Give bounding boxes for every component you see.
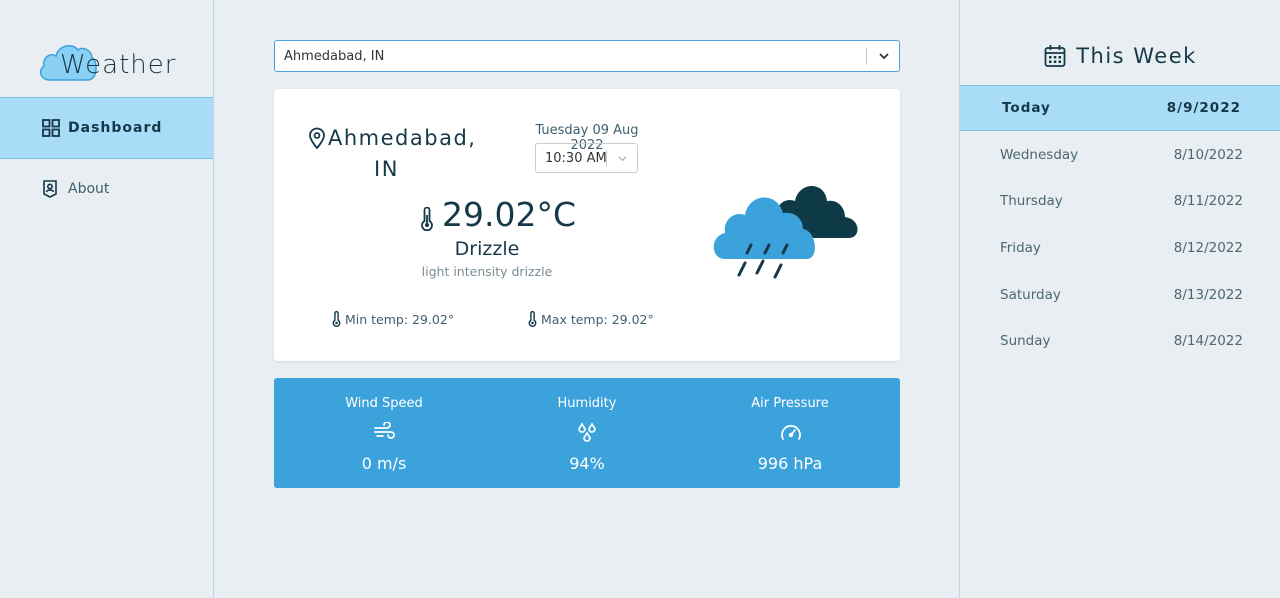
week-title-text: This Week xyxy=(1076,44,1197,68)
select-divider xyxy=(866,48,867,65)
day-row-friday[interactable]: Friday 8/12/2022 xyxy=(960,225,1280,271)
temperature-value: 29.02°C xyxy=(442,195,577,234)
location-select[interactable]: Ahmedabad, IN xyxy=(274,40,900,72)
day-date: 8/11/2022 xyxy=(1173,193,1243,209)
day-name: Friday xyxy=(1000,240,1041,256)
sidebar-item-label: About xyxy=(68,181,110,197)
day-row-today[interactable]: Today 8/9/2022 xyxy=(960,85,1280,131)
day-row-sunday[interactable]: Sunday 8/14/2022 xyxy=(960,318,1280,364)
day-name: Saturday xyxy=(1000,287,1061,303)
week-forecast-panel: This Week Today 8/9/2022 Wednesday 8/10/… xyxy=(959,0,1280,598)
location-country: IN xyxy=(374,157,399,181)
sidebar: Weather Dashboard About xyxy=(0,0,214,598)
weather-stats-panel: Wind Speed 0 m/s Humidity 94% Air Pressu… xyxy=(274,378,900,488)
select-divider xyxy=(606,150,607,167)
rain-cloud-icon xyxy=(713,186,858,279)
location-city: Ahmedabad, xyxy=(328,126,477,150)
condition-description: light intensity drizzle xyxy=(421,264,553,279)
app-logo[interactable]: Weather xyxy=(38,38,188,86)
day-row-wednesday[interactable]: Wednesday 8/10/2022 xyxy=(960,132,1280,178)
droplets-icon xyxy=(578,422,596,442)
max-temp: Max temp: 29.02° xyxy=(528,311,654,327)
time-select[interactable]: 10:30 AM xyxy=(535,143,638,173)
wind-icon xyxy=(374,422,395,439)
day-row-saturday[interactable]: Saturday 8/13/2022 xyxy=(960,272,1280,318)
day-name: Wednesday xyxy=(1000,147,1079,163)
chevron-down-icon[interactable] xyxy=(878,50,890,62)
location-name: Ahmedabad, IN xyxy=(308,123,508,185)
wind-speed-label: Wind Speed xyxy=(345,396,423,411)
day-date: 8/14/2022 xyxy=(1173,333,1243,349)
map-pin-icon xyxy=(309,127,325,149)
min-temp: Min temp: 29.02° xyxy=(332,311,454,327)
calendar-icon xyxy=(1044,45,1066,67)
temperature: 29.02°C xyxy=(420,195,576,234)
max-temp-text: Max temp: 29.02° xyxy=(541,311,654,327)
air-pressure-value: 996 hPa xyxy=(757,454,823,473)
week-title: This Week xyxy=(960,40,1280,72)
sidebar-item-dashboard[interactable]: Dashboard xyxy=(0,97,213,159)
sidebar-item-label: Dashboard xyxy=(68,120,163,136)
gauge-icon xyxy=(781,425,801,440)
thermometer-icon xyxy=(332,311,341,327)
time-select-value: 10:30 AM xyxy=(545,150,607,166)
app-title: Weather xyxy=(60,50,177,80)
thermometer-icon xyxy=(421,207,433,231)
air-pressure-label: Air Pressure xyxy=(751,396,829,411)
day-date: 8/10/2022 xyxy=(1173,147,1243,163)
grid-icon xyxy=(42,119,60,137)
day-date: 8/9/2022 xyxy=(1166,100,1241,116)
location-select-value: Ahmedabad, IN xyxy=(284,48,385,64)
day-date: 8/13/2022 xyxy=(1173,287,1243,303)
condition-main: Drizzle xyxy=(454,238,520,260)
day-date: 8/12/2022 xyxy=(1173,240,1243,256)
day-name: Today xyxy=(1002,100,1051,116)
thermometer-icon xyxy=(528,311,537,327)
chevron-down-icon[interactable] xyxy=(617,153,628,164)
current-weather-card: Ahmedabad, IN Tuesday 09 Aug 2022 10:30 … xyxy=(274,89,900,361)
sidebar-item-about[interactable]: About xyxy=(0,158,213,220)
wind-speed-value: 0 m/s xyxy=(361,454,407,473)
user-badge-icon xyxy=(42,180,60,198)
min-temp-text: Min temp: 29.02° xyxy=(345,311,455,327)
humidity-label: Humidity xyxy=(557,396,617,411)
day-name: Thursday xyxy=(1000,193,1063,209)
day-row-thursday[interactable]: Thursday 8/11/2022 xyxy=(960,178,1280,224)
day-name: Sunday xyxy=(1000,333,1051,349)
humidity-value: 94% xyxy=(569,454,605,473)
